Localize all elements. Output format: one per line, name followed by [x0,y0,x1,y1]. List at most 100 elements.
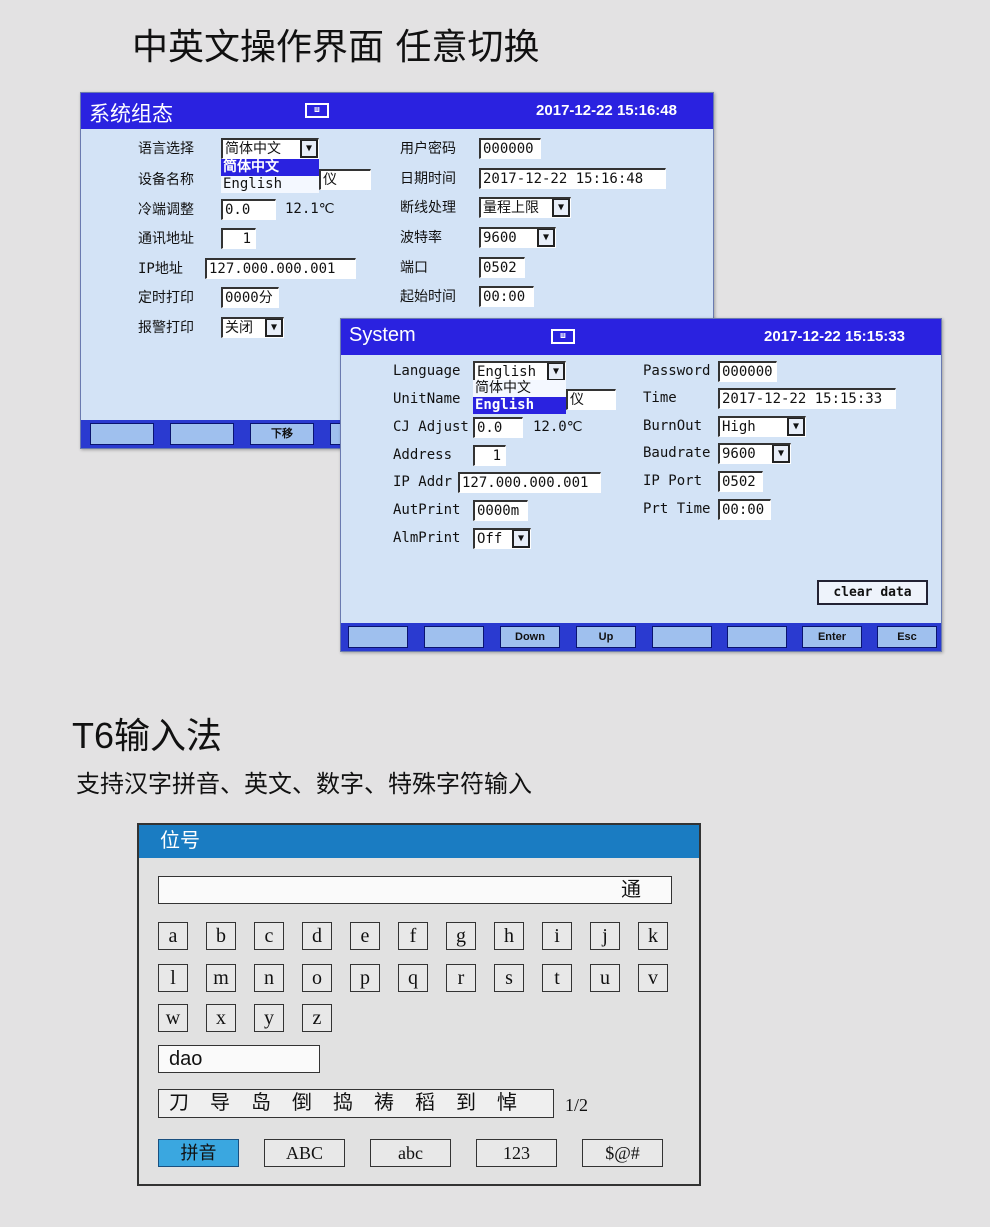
en-baudrate-value: 9600 [722,446,756,462]
key-a[interactable]: a [158,922,188,950]
pinyin-input-field[interactable]: dao [158,1045,320,1073]
key-n[interactable]: n [254,964,284,992]
candidate-char[interactable]: 导 [210,1092,230,1114]
chevron-down-icon[interactable]: ▼ [552,199,570,217]
cn-softkey-down[interactable]: 下移 [250,423,314,445]
cn-language-select[interactable]: 简体中文 ▼ [221,138,319,159]
en-language-select[interactable]: English ▼ [473,361,566,382]
key-l[interactable]: l [158,964,188,992]
candidate-char[interactable]: 祷 [374,1092,394,1114]
key-g[interactable]: g [446,922,476,950]
key-w[interactable]: w [158,1004,188,1032]
key-v[interactable]: v [638,964,668,992]
cn-alarm-print-select[interactable]: 关闭 ▼ [221,317,284,338]
cn-label-burnout: 断线处理 [400,200,456,216]
en-unitname-field[interactable]: 仪 [566,389,616,410]
key-b[interactable]: b [206,922,236,950]
chevron-down-icon[interactable]: ▼ [547,363,565,381]
en-baudrate-select[interactable]: 9600 ▼ [718,443,791,464]
mode-button-0[interactable]: 拼音 [158,1139,239,1167]
en-softkey-up[interactable]: Up [576,626,636,648]
cn-start-time-field[interactable]: 00:00 [479,286,534,307]
cn-ip-field[interactable]: 127.000.000.001 [205,258,356,279]
en-softkey-6[interactable] [727,626,787,648]
cn-softkey-2[interactable] [170,423,234,445]
chevron-down-icon[interactable]: ▼ [512,530,530,548]
candidate-char[interactable]: 稻 [415,1092,435,1114]
key-q[interactable]: q [398,964,428,992]
cn-dropdown-option-english[interactable]: English [221,176,319,193]
en-panel-title: System [349,324,416,346]
key-y[interactable]: y [254,1004,284,1032]
candidate-char[interactable]: 刀 [169,1092,189,1114]
cn-datetime-field[interactable]: 2017-12-22 15:16:48 [479,168,666,189]
key-f[interactable]: f [398,922,428,950]
cn-baudrate-select[interactable]: 9600 ▼ [479,227,556,248]
candidate-page: 1/2 [565,1095,589,1115]
en-dropdown-option-chinese[interactable]: 简体中文 [473,380,566,397]
en-time-field[interactable]: 2017-12-22 15:15:33 [718,388,896,409]
en-autprint-field[interactable]: 0000m [473,500,528,521]
key-i[interactable]: i [542,922,572,950]
key-h[interactable]: h [494,922,524,950]
en-softkey-down[interactable]: Down [500,626,560,648]
en-language-value: English [477,364,537,380]
en-prt-time-field[interactable]: 00:00 [718,499,771,520]
key-m[interactable]: m [206,964,236,992]
mode-button-3[interactable]: 123 [476,1139,557,1167]
en-softkey-esc[interactable]: Esc [877,626,937,648]
key-p[interactable]: p [350,964,380,992]
en-ip-port-field[interactable]: 0502 [718,471,763,492]
key-j[interactable]: j [590,922,620,950]
en-softkey-2[interactable] [424,626,484,648]
mode-button-2[interactable]: abc [370,1139,451,1167]
mode-button-1[interactable]: ABC [264,1139,345,1167]
cn-burnout-select[interactable]: 量程上限 ▼ [479,197,571,218]
en-softkey-enter[interactable]: Enter [802,626,862,648]
cn-timed-print-field[interactable]: 0000分 [221,287,279,308]
en-softkey-5[interactable] [652,626,712,648]
en-dropdown-option-english[interactable]: English [473,397,566,414]
chevron-down-icon[interactable]: ▼ [787,418,805,436]
key-z[interactable]: z [302,1004,332,1032]
en-cj-adjust-field[interactable]: 0.0 [473,417,523,438]
key-c[interactable]: c [254,922,284,950]
en-system-panel: System ш 2017-12-22 15:15:33 Language Un… [340,318,942,652]
input-method-description: 支持汉字拼音、英文、数字、特殊字符输入 [76,770,532,798]
candidate-char[interactable]: 捣 [333,1092,353,1114]
chevron-down-icon[interactable]: ▼ [265,319,283,337]
candidate-char[interactable]: 倒 [292,1092,312,1114]
cn-port-field[interactable]: 0502 [479,257,525,278]
candidate-char[interactable]: 到 [456,1092,476,1114]
key-s[interactable]: s [494,964,524,992]
key-u[interactable]: u [590,964,620,992]
key-t[interactable]: t [542,964,572,992]
en-burnout-select[interactable]: High ▼ [718,416,806,437]
candidate-char[interactable]: 岛 [251,1092,271,1114]
en-softkey-1[interactable] [348,626,408,648]
cn-dropdown-option-chinese[interactable]: 简体中文 [221,159,319,176]
cn-address-field[interactable]: 1 [221,228,256,249]
chevron-down-icon[interactable]: ▼ [772,445,790,463]
key-k[interactable]: k [638,922,668,950]
key-x[interactable]: x [206,1004,236,1032]
chevron-down-icon[interactable]: ▼ [300,140,318,158]
cn-cj-temperature: 12.1℃ [285,201,335,217]
cn-password-field[interactable]: 000000 [479,138,541,159]
en-password-field[interactable]: 000000 [718,361,777,382]
key-r[interactable]: r [446,964,476,992]
key-e[interactable]: e [350,922,380,950]
chevron-down-icon[interactable]: ▼ [537,229,555,247]
text-input-field[interactable]: 通 [158,876,672,904]
candidate-char[interactable]: 悼 [497,1092,517,1114]
cn-softkey-1[interactable] [90,423,154,445]
clear-data-button[interactable]: clear data [817,580,928,605]
en-almprint-select[interactable]: Off ▼ [473,528,531,549]
en-ip-addr-field[interactable]: 127.000.000.001 [458,472,601,493]
mode-button-4[interactable]: $@# [582,1139,663,1167]
cn-device-name-field[interactable]: 仪 [319,169,371,190]
key-d[interactable]: d [302,922,332,950]
cn-cj-adjust-field[interactable]: 0.0 [221,199,276,220]
en-address-field[interactable]: 1 [473,445,506,466]
key-o[interactable]: o [302,964,332,992]
